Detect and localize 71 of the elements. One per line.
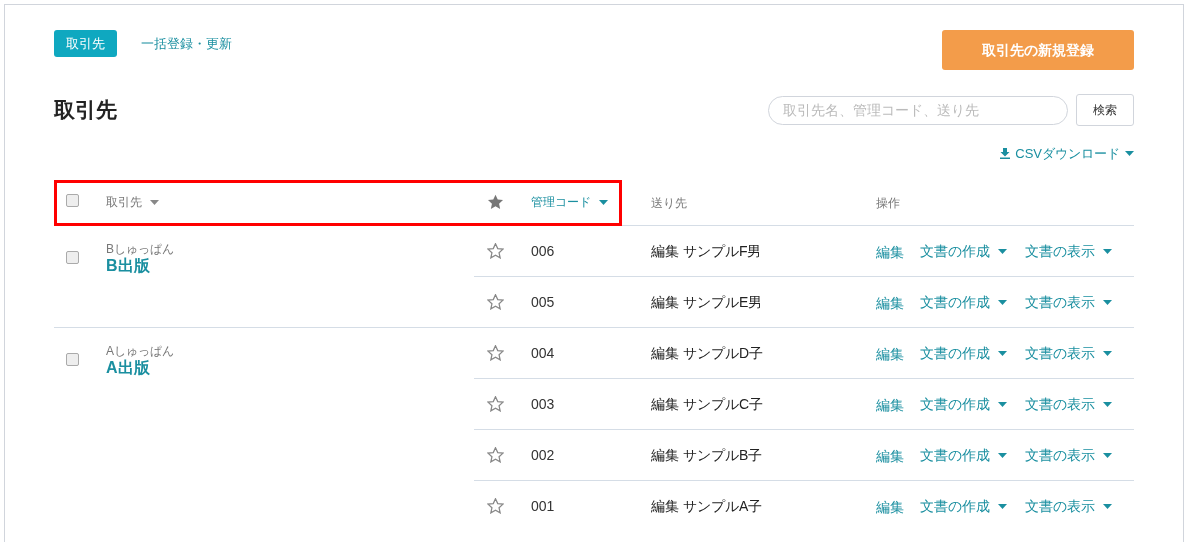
caret-icon xyxy=(998,248,1007,254)
edit-link[interactable]: 編集 xyxy=(876,392,904,416)
dropdown-link[interactable]: 文書の作成 xyxy=(920,240,1007,262)
star-outline-icon[interactable] xyxy=(487,345,504,361)
caret-icon xyxy=(1103,401,1112,407)
caret-icon xyxy=(1125,151,1134,157)
page-title: 取引先 xyxy=(54,97,117,124)
filled-star-icon[interactable] xyxy=(487,194,504,211)
search-button[interactable]: 検索 xyxy=(1076,94,1134,126)
caret-icon xyxy=(1103,299,1112,305)
code-text: 005 xyxy=(531,294,555,310)
column-header[interactable]: 管理コード xyxy=(531,193,608,212)
dropdown-link[interactable]: 文書の表示 xyxy=(1025,393,1112,415)
caret-icon xyxy=(998,350,1007,356)
download-icon xyxy=(1000,148,1011,160)
dropdown-link[interactable]: 文書の作成 xyxy=(920,291,1007,313)
checkbox[interactable] xyxy=(66,194,79,208)
caret-icon xyxy=(998,299,1007,305)
recipient-text: 編集 サンプルA子 xyxy=(651,498,763,515)
checkbox[interactable] xyxy=(66,353,79,366)
dropdown-link[interactable]: 文書の作成 xyxy=(920,393,1007,415)
column-header[interactable]: 取引先 xyxy=(106,193,159,212)
dropdown-link[interactable]: 文書の作成 xyxy=(920,342,1007,364)
star-outline-icon[interactable] xyxy=(487,243,504,259)
recipient-text: 編集 サンプルF男 xyxy=(651,243,762,259)
star-outline-icon[interactable] xyxy=(487,294,504,310)
caret-icon xyxy=(1103,248,1112,254)
star-outline-icon[interactable] xyxy=(487,498,504,515)
recipient-text: 編集 サンプルC子 xyxy=(651,396,763,412)
recipient-text: 編集 サンプルD子 xyxy=(651,345,763,361)
dropdown-link[interactable]: 文書の表示 xyxy=(1025,342,1112,364)
code-text: 004 xyxy=(531,345,555,361)
code-text: 001 xyxy=(531,498,555,515)
dropdown-link[interactable]: 文書の表示 xyxy=(1025,495,1112,517)
caret-icon xyxy=(998,452,1007,458)
code-text: 002 xyxy=(531,447,555,463)
star-outline-icon[interactable] xyxy=(487,396,504,412)
edit-link[interactable]: 編集 xyxy=(876,290,904,314)
column-header: 操作 xyxy=(876,196,900,211)
edit-link[interactable]: 編集 xyxy=(876,239,904,263)
checkbox[interactable] xyxy=(66,251,79,264)
caret-icon xyxy=(1103,452,1112,458)
code-text: 006 xyxy=(531,243,555,259)
client-kana: Bしゅっぱん xyxy=(106,242,175,256)
search-field[interactable]: 取引先名、管理コード、送り先 xyxy=(768,95,1068,125)
dropdown-link[interactable]: 文書の作成 xyxy=(920,444,1007,466)
caret-icon xyxy=(599,199,608,205)
caret-icon xyxy=(998,503,1007,509)
recipient-text: 編集 サンプルB子 xyxy=(651,447,763,463)
client-kana: Aしゅっぱん xyxy=(106,344,175,358)
csv-download-button[interactable]: CSVダウンロード xyxy=(1000,144,1134,164)
edit-link[interactable]: 編集 xyxy=(876,341,904,365)
dropdown-link[interactable]: 文書の表示 xyxy=(1025,444,1112,466)
edit-link[interactable]: 編集 xyxy=(876,494,904,518)
caret-icon xyxy=(1103,350,1112,356)
dropdown-link[interactable]: 文書の表示 xyxy=(1025,240,1112,262)
tab[interactable]: 取引先 xyxy=(54,30,117,57)
edit-link[interactable]: 編集 xyxy=(876,443,904,467)
dropdown-link[interactable]: 文書の作成 xyxy=(920,495,1007,517)
caret-icon xyxy=(998,401,1007,407)
column-header: 送り先 xyxy=(651,196,687,211)
client-name-link[interactable]: A出版 xyxy=(106,358,150,378)
star-outline-icon[interactable] xyxy=(487,447,504,463)
dropdown-link[interactable]: 文書の表示 xyxy=(1025,291,1112,313)
code-text: 003 xyxy=(531,396,555,412)
tab[interactable]: 一括登録・更新 xyxy=(141,30,232,57)
client-name-link[interactable]: B出版 xyxy=(106,256,150,276)
caret-icon xyxy=(150,199,159,205)
caret-icon xyxy=(1103,503,1112,509)
recipient-text: 編集 サンプルE男 xyxy=(651,294,763,310)
new-client-button[interactable]: 取引先の新規登録 xyxy=(942,30,1134,70)
